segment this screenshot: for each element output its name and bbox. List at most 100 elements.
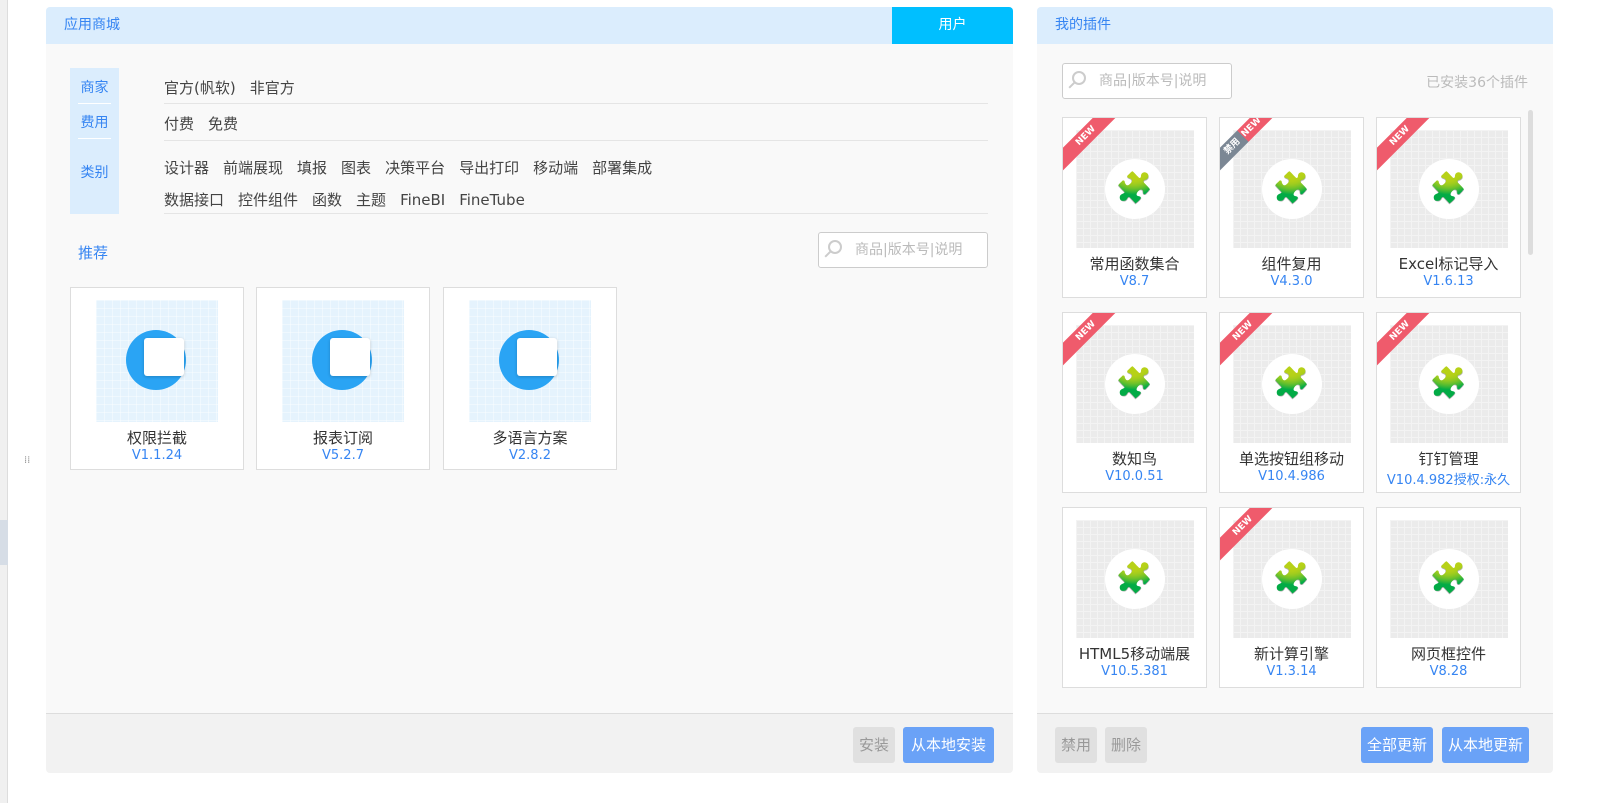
plugin-version: V8.28 xyxy=(1429,664,1468,679)
plugin-name: 网页框控件 xyxy=(1410,645,1486,663)
puzzle-icon: 🧩 xyxy=(1418,549,1479,609)
plugin-version: V1.3.14 xyxy=(1266,664,1317,679)
resize-handle[interactable]: ⁞⁞ xyxy=(24,455,30,466)
tab-user[interactable]: 用户 xyxy=(892,7,1013,44)
filter-option[interactable]: 函数 xyxy=(312,191,342,209)
update-local-button[interactable]: 从本地更新 xyxy=(1442,727,1530,763)
puzzle-icon: 🧩 xyxy=(1261,354,1322,414)
filter-option[interactable]: 部署集成 xyxy=(592,159,652,177)
plugin-version: V10.0.51 xyxy=(1105,469,1164,484)
recommended-plugin-card[interactable]: 报表订阅 V5.2.7 xyxy=(256,287,430,470)
delete-button[interactable]: 删除 xyxy=(1105,727,1148,763)
installed-plugin-card[interactable]: 🧩 禁用 NEW 组件复用 V4.3.0 xyxy=(1219,117,1364,298)
puzzle-icon: 🧩 xyxy=(1104,354,1165,414)
filter-option[interactable]: 付费 xyxy=(164,115,194,133)
plugin-name: 权限拦截 xyxy=(126,429,187,447)
plugin-thumbnail: 🧩 xyxy=(1389,130,1508,248)
search-icon xyxy=(1072,71,1086,85)
filter-option[interactable]: 设计器 xyxy=(164,159,209,177)
installed-count: 已安装36个插件 xyxy=(1426,75,1528,91)
installed-plugin-card[interactable]: 🧩 NEW 新计算引擎 V1.3.14 xyxy=(1219,507,1364,688)
installed-plugin-card[interactable]: 🧩 网页框控件 V8.28 xyxy=(1376,507,1521,688)
category-filter: 设计器 前端展现 填报 图表 决策平台 导出打印 移动端 部署集成数据接口 控件组件 函数 主题 Fi… xyxy=(164,150,988,214)
plugin-version: V10.5.381 xyxy=(1101,664,1168,679)
installed-plugin-card[interactable]: 🧩 HTML5移动端展 V10.5.381 xyxy=(1062,507,1207,688)
puzzle-icon: 🧩 xyxy=(1104,549,1165,609)
filter-label-fee: 费用 xyxy=(78,112,111,139)
filter-label-vendor: 商家 xyxy=(78,77,111,104)
filter-option[interactable]: 官方(帆软) xyxy=(164,79,236,97)
filter-option[interactable]: 数据接口 xyxy=(164,191,224,209)
recommended-plugin-card[interactable]: 多语言方案 V2.8.2 xyxy=(443,287,617,470)
plugin-name: 常用函数集合 xyxy=(1089,255,1180,273)
filter-option[interactable]: 前端展现 xyxy=(223,159,283,177)
side-strip xyxy=(0,0,8,803)
installed-plugin-card[interactable]: 🧩 NEW 钉钉管理 V10.4.982授权:永久 xyxy=(1376,312,1521,493)
recommended-plugin-card[interactable]: 权限拦截 V1.1.24 xyxy=(70,287,244,470)
filter-option[interactable]: FineBI xyxy=(400,191,445,209)
install-local-button[interactable]: 从本地安装 xyxy=(903,727,995,763)
store-search-input[interactable]: 商品|版本号|说明 xyxy=(818,232,988,268)
filter-label-category: 类别 xyxy=(80,165,109,181)
filter-option[interactable]: 图表 xyxy=(341,159,371,177)
plugin-version: V1.6.13 xyxy=(1423,274,1474,289)
filter-option[interactable]: 移动端 xyxy=(533,159,578,177)
app-store-panel: 应用商城 用户 商家 费用 类别 官方(帆软) 非官方 付费 免费 设计器 前端展现填… xyxy=(46,7,1013,773)
plugin-version: V1.1.24 xyxy=(131,448,183,463)
update-all-button[interactable]: 全部更新 xyxy=(1361,727,1434,763)
plugin-name: 数知鸟 xyxy=(1111,450,1157,468)
plugin-illustration xyxy=(96,300,218,422)
plugin-name: 多语言方案 xyxy=(492,429,568,447)
install-button[interactable]: 安装 xyxy=(853,727,896,763)
filter-option[interactable]: 免费 xyxy=(208,115,238,133)
filter-option[interactable]: FineTube xyxy=(459,191,525,209)
filter-labels: 商家 费用 类别 xyxy=(70,68,119,214)
filter-option[interactable]: 填报 xyxy=(297,159,327,177)
plugin-thumbnail: 🧩 xyxy=(1075,520,1194,638)
puzzle-icon: 🧩 xyxy=(1418,354,1479,414)
plugin-thumbnail: 🧩 xyxy=(1389,520,1508,638)
plugins-footer: 禁用 删除 全部更新 从本地更新 xyxy=(1037,713,1553,773)
plugin-name: 新计算引擎 xyxy=(1253,645,1329,663)
plugin-search-input[interactable]: 商品|版本号|说明 xyxy=(1062,63,1232,99)
puzzle-icon: 🧩 xyxy=(1418,159,1479,219)
vendor-filter: 官方(帆软) 非官方 xyxy=(164,77,988,104)
plugin-name: 单选按钮组移动 xyxy=(1238,450,1344,468)
side-strip-selected[interactable] xyxy=(0,520,8,565)
plugin-name: Excel标记导入 xyxy=(1398,255,1499,273)
fee-filter: 付费 免费 xyxy=(164,113,988,141)
disable-button[interactable]: 禁用 xyxy=(1055,727,1098,763)
plugin-illustration xyxy=(469,300,591,422)
plugin-version: V10.4.982授权:永久 xyxy=(1386,473,1511,488)
plugin-version: V4.3.0 xyxy=(1270,274,1313,289)
filter-option[interactable]: 导出打印 xyxy=(459,159,519,177)
store-header: 应用商城 用户 xyxy=(46,7,1013,44)
plugin-version: V10.4.986 xyxy=(1258,469,1325,484)
plugin-thumbnail: 🧩 xyxy=(1232,325,1351,443)
installed-plugin-card[interactable]: 🧩 NEW 常用函数集合 V8.7 xyxy=(1062,117,1207,298)
plugin-version: V5.2.7 xyxy=(322,448,364,463)
puzzle-icon: 🧩 xyxy=(1104,159,1165,219)
search-placeholder: 商品|版本号|说明 xyxy=(1099,73,1207,89)
my-plugins-header: 我的插件 xyxy=(1037,7,1553,44)
filter-option[interactable]: 主题 xyxy=(356,191,386,209)
plugin-name: 组件复用 xyxy=(1261,255,1322,273)
plugin-version: V2.8.2 xyxy=(509,448,551,463)
store-footer: 安装 从本地安装 xyxy=(46,713,1013,773)
puzzle-icon: 🧩 xyxy=(1261,159,1322,219)
plugin-name: 钉钉管理 xyxy=(1418,450,1479,468)
filter-option[interactable]: 决策平台 xyxy=(385,159,445,177)
plugin-illustration xyxy=(282,300,404,422)
search-placeholder: 商品|版本号|说明 xyxy=(855,242,963,258)
plugin-thumbnail: 🧩 xyxy=(1389,325,1508,443)
installed-plugin-card[interactable]: 🧩 NEW 数知鸟 V10.0.51 xyxy=(1062,312,1207,493)
installed-plugin-card[interactable]: 🧩 NEW Excel标记导入 V1.6.13 xyxy=(1376,117,1521,298)
scrollbar[interactable] xyxy=(1528,110,1533,255)
store-title: 应用商城 xyxy=(64,17,120,33)
filter-option[interactable]: 控件组件 xyxy=(238,191,298,209)
filter-option[interactable]: 非官方 xyxy=(250,79,295,97)
plugin-name: HTML5移动端展 xyxy=(1078,645,1191,663)
my-plugins-panel: 我的插件 商品|版本号|说明 已安装36个插件 🧩 NEW 常用函数集合 V8.7… xyxy=(1037,7,1553,773)
installed-plugin-card[interactable]: 🧩 NEW 单选按钮组移动 V10.4.986 xyxy=(1219,312,1364,493)
puzzle-icon: 🧩 xyxy=(1261,549,1322,609)
